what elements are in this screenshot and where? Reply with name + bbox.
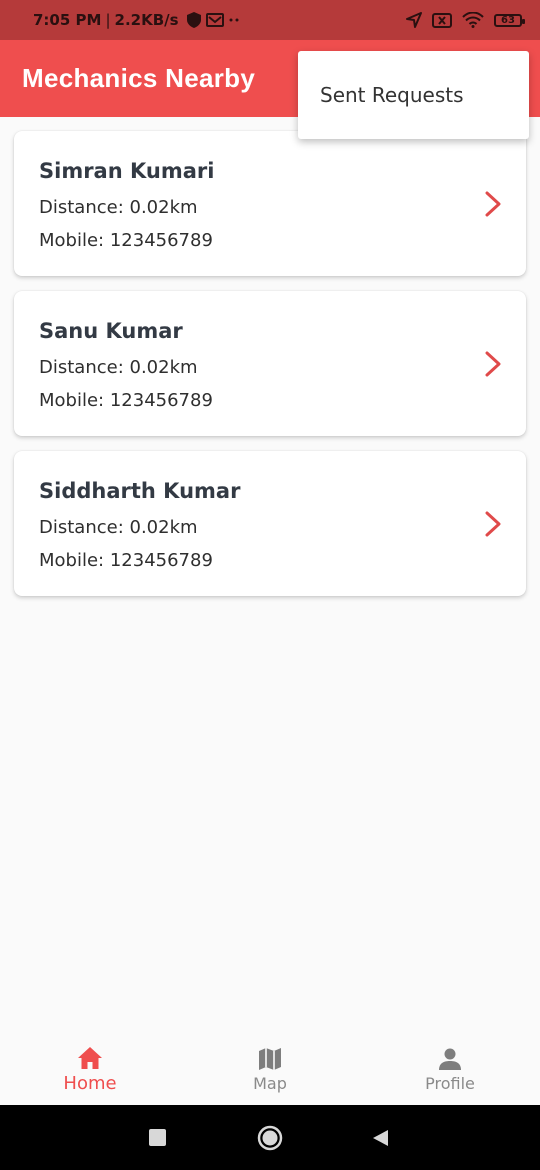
mechanic-mobile: Mobile: 123456789 — [39, 390, 213, 411]
map-icon — [259, 1048, 281, 1070]
chevron-right-icon[interactable] — [482, 191, 504, 217]
status-bar: 7:05 PM | 2.2KB/s 63 — [0, 0, 540, 40]
nav-label-map: Map — [253, 1074, 287, 1093]
mechanic-name: Sanu Kumar — [39, 319, 183, 343]
status-time: 7:05 PM — [33, 11, 102, 29]
battery-level: 63 — [501, 14, 515, 26]
page-title: Mechanics Nearby — [22, 63, 256, 93]
nav-item-map[interactable]: Map — [180, 1030, 360, 1105]
nav-item-profile[interactable]: Profile — [360, 1030, 540, 1105]
bottom-nav: Home Map Profile — [0, 1030, 540, 1105]
menu-item-sent-requests[interactable]: Sent Requests — [320, 83, 464, 107]
home-button-icon[interactable] — [257, 1125, 283, 1151]
wifi-icon — [462, 12, 484, 28]
mechanic-distance: Distance: 0.02km — [39, 197, 198, 218]
battery-icon: 63 — [494, 13, 525, 27]
location-icon — [406, 12, 422, 28]
mechanic-distance: Distance: 0.02km — [39, 357, 198, 378]
status-separator: | — [105, 11, 111, 29]
mechanic-card[interactable]: Siddharth Kumar Distance: 0.02km Mobile:… — [14, 451, 526, 596]
system-nav-bar — [0, 1105, 540, 1170]
status-right: 63 — [406, 12, 525, 28]
mail-icon — [205, 13, 224, 27]
nav-label-home: Home — [63, 1073, 117, 1094]
mechanic-mobile: Mobile: 123456789 — [39, 550, 213, 571]
status-left: 7:05 PM | 2.2KB/s — [33, 11, 239, 29]
mechanic-mobile: Mobile: 123456789 — [39, 230, 213, 251]
home-icon — [78, 1047, 102, 1069]
mechanic-distance: Distance: 0.02km — [39, 517, 198, 538]
nav-label-profile: Profile — [425, 1074, 475, 1093]
overflow-menu: Sent Requests — [298, 51, 529, 139]
mechanic-name: Simran Kumari — [39, 159, 215, 183]
sim-off-icon — [432, 12, 452, 28]
status-icons-left — [186, 12, 239, 28]
chevron-right-icon[interactable] — [482, 511, 504, 537]
back-icon[interactable] — [372, 1129, 389, 1147]
person-icon — [439, 1048, 461, 1070]
recents-icon[interactable] — [149, 1129, 166, 1146]
mechanic-name: Siddharth Kumar — [39, 479, 241, 503]
mechanic-card[interactable]: Simran Kumari Distance: 0.02km Mobile: 1… — [14, 131, 526, 276]
chevron-right-icon[interactable] — [482, 351, 504, 377]
more-dots-icon — [229, 18, 239, 22]
shield-icon — [186, 12, 201, 28]
nav-item-home[interactable]: Home — [0, 1030, 180, 1105]
status-speed: 2.2KB/s — [114, 11, 179, 29]
mechanic-card[interactable]: Sanu Kumar Distance: 0.02km Mobile: 1234… — [14, 291, 526, 436]
